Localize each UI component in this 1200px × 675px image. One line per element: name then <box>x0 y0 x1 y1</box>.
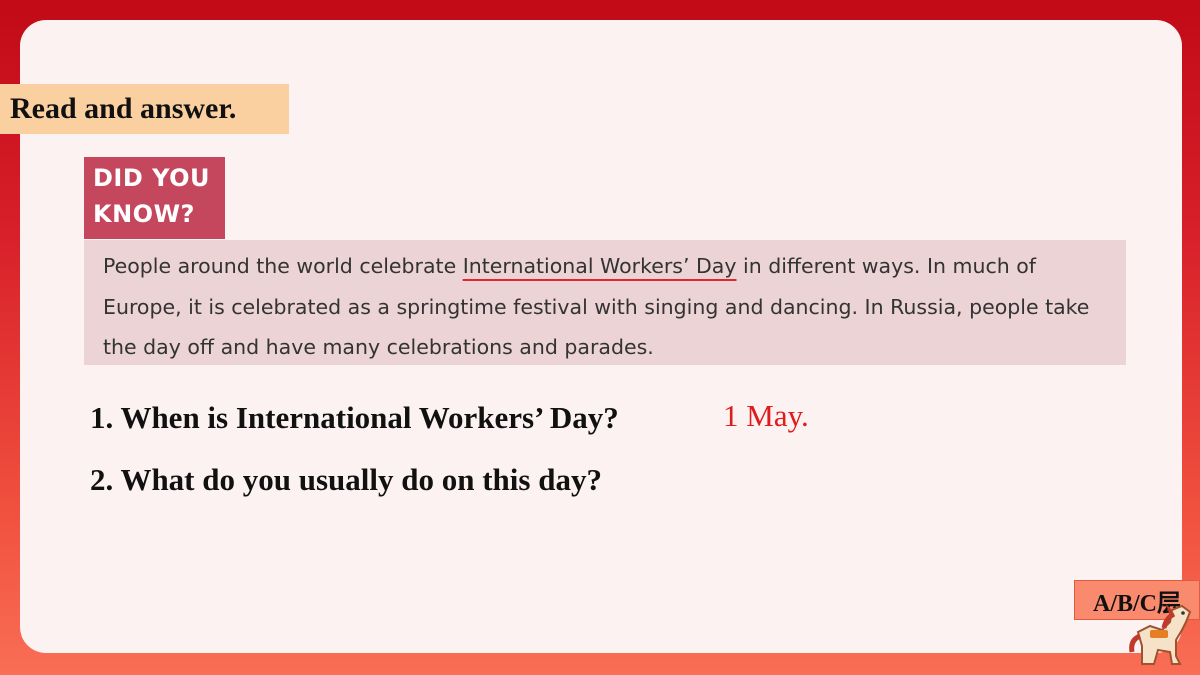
read-and-answer-tag: Read and answer. <box>0 84 289 134</box>
passage-before: People around the world celebrate <box>103 254 463 278</box>
horse-mascot-icon <box>1129 604 1192 665</box>
did-you-know-line-2: KNOW? <box>93 200 195 228</box>
did-you-know-card: DID YOU KNOW? <box>84 157 225 239</box>
passage-highlight: International Workers’ Day <box>462 254 737 278</box>
answer-1: 1 May. <box>723 398 809 433</box>
question-2: 2. What do you usually do on this day? <box>90 462 602 497</box>
did-you-know-line-1: DID YOU <box>93 164 211 192</box>
passage-text: People around the world celebrate Intern… <box>84 240 1126 365</box>
question-1: 1. When is International Workers’ Day? <box>90 400 619 435</box>
